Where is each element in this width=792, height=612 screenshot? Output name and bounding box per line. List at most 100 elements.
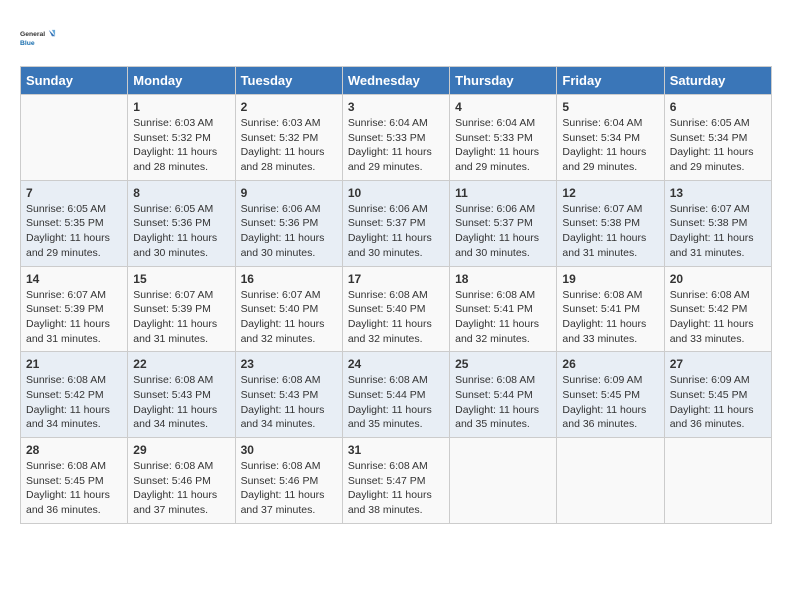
cell-info-line: Sunrise: 6:05 AM (133, 202, 229, 217)
header-sunday: Sunday (21, 67, 128, 95)
logo-icon: General Blue (20, 20, 56, 56)
day-number: 3 (348, 100, 444, 114)
cell-info-line: Sunrise: 6:07 AM (26, 288, 122, 303)
day-number: 31 (348, 443, 444, 457)
calendar-cell: 20Sunrise: 6:08 AMSunset: 5:42 PMDayligh… (664, 266, 771, 352)
cell-info-line: Sunset: 5:36 PM (241, 216, 337, 231)
day-number: 18 (455, 272, 551, 286)
cell-info-line: and 31 minutes. (670, 246, 766, 261)
cell-info-line: and 28 minutes. (241, 160, 337, 175)
cell-info-line: Sunset: 5:42 PM (670, 302, 766, 317)
cell-info-line: Sunset: 5:40 PM (241, 302, 337, 317)
cell-info-line: Daylight: 11 hours (455, 317, 551, 332)
calendar-week-row: 14Sunrise: 6:07 AMSunset: 5:39 PMDayligh… (21, 266, 772, 352)
cell-info-line: Daylight: 11 hours (241, 145, 337, 160)
cell-info-line: and 32 minutes. (348, 332, 444, 347)
day-number: 26 (562, 357, 658, 371)
cell-info-line: Daylight: 11 hours (670, 317, 766, 332)
day-number: 25 (455, 357, 551, 371)
cell-info-line: Daylight: 11 hours (133, 231, 229, 246)
cell-info-line: Sunset: 5:36 PM (133, 216, 229, 231)
cell-info-line: Sunset: 5:41 PM (562, 302, 658, 317)
cell-info-line: and 37 minutes. (133, 503, 229, 518)
header-thursday: Thursday (450, 67, 557, 95)
cell-info-line: Daylight: 11 hours (26, 403, 122, 418)
cell-info-line: and 32 minutes. (455, 332, 551, 347)
cell-info-line: Sunrise: 6:06 AM (241, 202, 337, 217)
cell-info-line: Daylight: 11 hours (348, 231, 444, 246)
cell-info-line: and 34 minutes. (26, 417, 122, 432)
cell-info-line: Daylight: 11 hours (670, 403, 766, 418)
cell-info-line: and 35 minutes. (348, 417, 444, 432)
day-number: 16 (241, 272, 337, 286)
cell-info-line: Daylight: 11 hours (133, 488, 229, 503)
svg-text:Blue: Blue (20, 40, 35, 47)
cell-info-line: Sunset: 5:45 PM (670, 388, 766, 403)
calendar-cell: 12Sunrise: 6:07 AMSunset: 5:38 PMDayligh… (557, 180, 664, 266)
calendar-week-row: 28Sunrise: 6:08 AMSunset: 5:45 PMDayligh… (21, 438, 772, 524)
calendar-cell: 27Sunrise: 6:09 AMSunset: 5:45 PMDayligh… (664, 352, 771, 438)
day-number: 10 (348, 186, 444, 200)
cell-info-line: Sunrise: 6:08 AM (26, 373, 122, 388)
cell-info-line: Daylight: 11 hours (26, 231, 122, 246)
day-number: 12 (562, 186, 658, 200)
calendar-cell: 7Sunrise: 6:05 AMSunset: 5:35 PMDaylight… (21, 180, 128, 266)
day-number: 24 (348, 357, 444, 371)
cell-info-line: Sunrise: 6:06 AM (455, 202, 551, 217)
cell-info-line: Daylight: 11 hours (348, 317, 444, 332)
day-number: 5 (562, 100, 658, 114)
day-number: 27 (670, 357, 766, 371)
cell-info-line: Sunrise: 6:05 AM (670, 116, 766, 131)
cell-info-line: Sunset: 5:43 PM (133, 388, 229, 403)
calendar-cell: 15Sunrise: 6:07 AMSunset: 5:39 PMDayligh… (128, 266, 235, 352)
cell-info-line: Sunset: 5:44 PM (348, 388, 444, 403)
cell-info-line: and 31 minutes. (26, 332, 122, 347)
cell-info-line: Daylight: 11 hours (670, 231, 766, 246)
calendar-table: SundayMondayTuesdayWednesdayThursdayFrid… (20, 66, 772, 524)
cell-info-line: and 29 minutes. (26, 246, 122, 261)
calendar-cell: 9 Sunrise: 6:06 AMSunset: 5:36 PMDaylight… (235, 180, 342, 266)
calendar-cell: 30Sunrise: 6:08 AMSunset: 5:46 PMDayligh… (235, 438, 342, 524)
header-wednesday: Wednesday (342, 67, 449, 95)
cell-info-line: Sunset: 5:35 PM (26, 216, 122, 231)
cell-info-line: Daylight: 11 hours (241, 231, 337, 246)
calendar-cell: 28Sunrise: 6:08 AMSunset: 5:45 PMDayligh… (21, 438, 128, 524)
cell-info-line: and 36 minutes. (670, 417, 766, 432)
cell-info-line: Sunset: 5:33 PM (455, 131, 551, 146)
calendar-week-row: 1Sunrise: 6:03 AMSunset: 5:32 PMDaylight… (21, 95, 772, 181)
day-number: 6 (670, 100, 766, 114)
calendar-cell: 8Sunrise: 6:05 AMSunset: 5:36 PMDaylight… (128, 180, 235, 266)
cell-info-line: Daylight: 11 hours (241, 488, 337, 503)
cell-info-line: Sunset: 5:44 PM (455, 388, 551, 403)
calendar-cell: 23Sunrise: 6:08 AMSunset: 5:43 PMDayligh… (235, 352, 342, 438)
day-number: 4 (455, 100, 551, 114)
day-number: 28 (26, 443, 122, 457)
cell-info-line: Sunrise: 6:07 AM (670, 202, 766, 217)
cell-info-line: Sunrise: 6:08 AM (670, 288, 766, 303)
cell-info-line: and 30 minutes. (455, 246, 551, 261)
cell-info-line: Sunset: 5:39 PM (133, 302, 229, 317)
day-number: 19 (562, 272, 658, 286)
cell-info-line: and 35 minutes. (455, 417, 551, 432)
cell-info-line: Sunrise: 6:04 AM (348, 116, 444, 131)
cell-info-line: Sunset: 5:46 PM (133, 474, 229, 489)
cell-info-line: Sunset: 5:38 PM (562, 216, 658, 231)
cell-info-line: Daylight: 11 hours (133, 403, 229, 418)
cell-info-line: Sunrise: 6:07 AM (241, 288, 337, 303)
calendar-cell: 18Sunrise: 6:08 AMSunset: 5:41 PMDayligh… (450, 266, 557, 352)
cell-info-line: and 38 minutes. (348, 503, 444, 518)
day-number: 21 (26, 357, 122, 371)
cell-info-line: and 36 minutes. (562, 417, 658, 432)
cell-info-line: Daylight: 11 hours (133, 145, 229, 160)
cell-info-line: Sunset: 5:34 PM (562, 131, 658, 146)
day-number: 7 (26, 186, 122, 200)
cell-info-line: Sunset: 5:39 PM (26, 302, 122, 317)
cell-info-line: Daylight: 11 hours (133, 317, 229, 332)
cell-info-line: Daylight: 11 hours (26, 488, 122, 503)
cell-info-line: Daylight: 11 hours (241, 317, 337, 332)
svg-text:General: General (20, 31, 45, 38)
cell-info-line: Sunset: 5:33 PM (348, 131, 444, 146)
cell-info-line: Daylight: 11 hours (455, 403, 551, 418)
calendar-cell: 17Sunrise: 6:08 AMSunset: 5:40 PMDayligh… (342, 266, 449, 352)
day-number: 9 (241, 186, 337, 200)
